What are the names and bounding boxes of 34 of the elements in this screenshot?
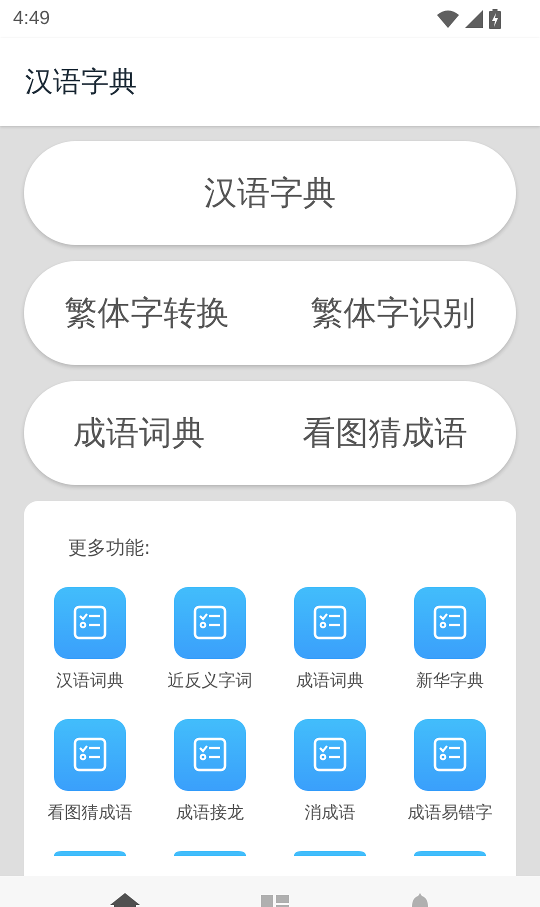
bell-icon[interactable] [410,893,430,907]
feature-label: 新华字典 [416,670,484,692]
feature-label: 成语词典 [296,670,364,692]
tile-edge-icon[interactable] [294,851,366,856]
tile-edge-icon[interactable] [54,851,126,856]
signal-icon [465,10,483,28]
checklist-icon[interactable] [54,587,126,659]
feature-label: 汉语词典 [56,670,124,692]
feature-label: 近反义字词 [168,670,252,692]
feature-label: 消成语 [304,802,356,824]
dashboard-icon[interactable] [260,893,289,907]
home-icon[interactable] [110,893,140,907]
menu-button[interactable]: 汉语字典 [200,166,340,220]
battery-charging-icon [489,9,501,29]
checklist-icon[interactable] [414,587,486,659]
tile-edge-icon[interactable] [414,851,486,856]
status-time: 4:49 [13,8,50,30]
checklist-icon[interactable] [294,587,366,659]
checklist-icon[interactable] [174,719,246,791]
feature-label: 看图猜成语 [48,802,132,824]
checklist-icon[interactable] [414,719,486,791]
menu-button[interactable]: 看图猜成语 [298,406,472,460]
feature-label: 成语接龙 [176,802,244,824]
feature-label: 成语易错字 [408,802,492,824]
checklist-icon[interactable] [174,587,246,659]
menu-button[interactable]: 成语词典 [68,406,209,460]
menu-button[interactable]: 繁体字识别 [306,286,480,340]
checklist-icon[interactable] [54,719,126,791]
menu-button[interactable]: 繁体字转换 [60,286,234,340]
tile-edge-icon[interactable] [174,851,246,856]
checklist-icon[interactable] [294,719,366,791]
section-title: 更多功能: [68,536,152,561]
app-title: 汉语字典 [25,64,137,100]
wifi-icon [437,10,459,28]
